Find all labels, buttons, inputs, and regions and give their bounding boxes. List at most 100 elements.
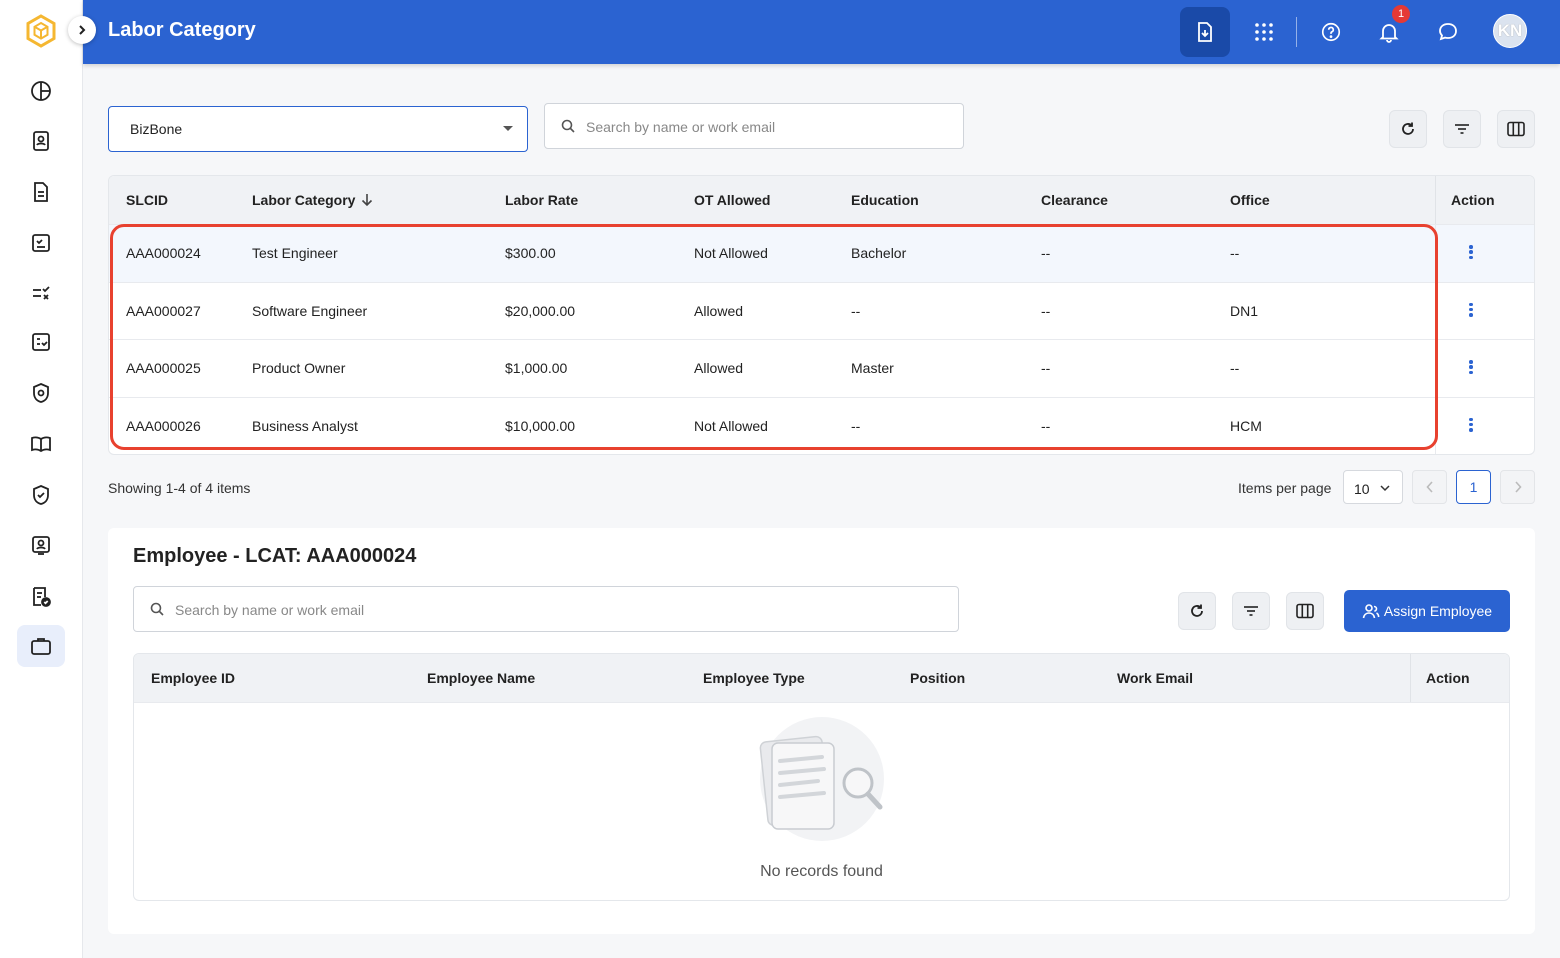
- nav-handbook[interactable]: [17, 423, 65, 465]
- contact-card-icon: [33, 131, 49, 151]
- shield-check-icon: [33, 485, 49, 505]
- export-button[interactable]: [1180, 7, 1230, 57]
- app-logo-icon[interactable]: [24, 14, 58, 48]
- nav-reports[interactable]: [17, 576, 65, 618]
- table-row[interactable]: AAA000027 Software Engineer $20,000.00 A…: [109, 281, 1534, 339]
- search-placeholder: Search by name or work email: [586, 119, 776, 135]
- action-cell: [1435, 397, 1534, 454]
- help-button[interactable]: [1306, 7, 1356, 57]
- action-cell: [1435, 340, 1534, 397]
- columns-button[interactable]: [1497, 110, 1535, 148]
- nav-security[interactable]: [17, 372, 65, 414]
- table-row[interactable]: AAA000025 Product Owner $1,000.00 Allowe…: [109, 339, 1534, 397]
- cell-education: --: [851, 417, 861, 434]
- column-header-education[interactable]: Education: [851, 192, 919, 208]
- column-header-clearance[interactable]: Clearance: [1041, 192, 1108, 208]
- filter-icon: [1244, 606, 1258, 616]
- nav-employees[interactable]: [17, 524, 65, 566]
- next-page-button[interactable]: [1500, 470, 1535, 504]
- refresh-icon: [1191, 604, 1203, 617]
- column-header-employee-id[interactable]: Employee ID: [151, 670, 235, 686]
- column-header-action: Action: [1426, 670, 1470, 686]
- table-row[interactable]: AAA000026 Business Analyst $10,000.00 No…: [109, 396, 1534, 454]
- employee-search-input[interactable]: Search by name or work email: [133, 586, 959, 632]
- nav-documents[interactable]: [17, 171, 65, 213]
- document-icon: [34, 182, 48, 202]
- nav-dashboard[interactable]: [17, 70, 65, 112]
- nav-tasks[interactable]: [17, 272, 65, 314]
- chat-button[interactable]: [1423, 7, 1473, 57]
- cell-office: DN1: [1230, 302, 1259, 319]
- assign-employee-button[interactable]: Assign Employee: [1344, 590, 1510, 632]
- chevron-right-icon: [1514, 481, 1522, 493]
- nav-compliance[interactable]: [17, 474, 65, 516]
- refresh-icon: [1402, 122, 1414, 135]
- column-header-work-email[interactable]: Work Email: [1117, 670, 1193, 686]
- search-icon: [561, 119, 575, 133]
- company-select[interactable]: BizBone: [108, 106, 528, 152]
- employee-badge-icon: [32, 536, 50, 555]
- row-menu-kebab-icon[interactable]: [1466, 415, 1476, 435]
- checklist-icon: [32, 234, 50, 252]
- employee-filter-button[interactable]: [1232, 592, 1270, 630]
- nav-checklist[interactable]: [17, 222, 65, 264]
- column-header-labor-category[interactable]: Labor Category: [252, 192, 373, 208]
- row-menu-kebab-icon[interactable]: [1466, 242, 1476, 262]
- cell-labor-rate: $1,000.00: [505, 360, 568, 376]
- row-menu-kebab-icon[interactable]: [1466, 300, 1476, 320]
- column-header-action: Action: [1451, 192, 1495, 208]
- column-header-employee-type[interactable]: Employee Type: [703, 670, 805, 686]
- nav-approvals[interactable]: [17, 321, 65, 363]
- no-records-illustration-icon: [759, 717, 884, 841]
- cell-ot-allowed: Not Allowed: [694, 245, 768, 261]
- employee-panel-title: Employee - LCAT: AAA000024: [133, 545, 417, 567]
- employee-table: Employee ID Employee Name Employee Type …: [133, 653, 1510, 901]
- column-header-position[interactable]: Position: [910, 670, 965, 686]
- prev-page-button[interactable]: [1412, 470, 1447, 504]
- employee-search-placeholder: Search by name or work email: [175, 602, 365, 618]
- employee-refresh-button[interactable]: [1178, 592, 1216, 630]
- columns-icon: [1296, 603, 1314, 619]
- column-header-employee-name[interactable]: Employee Name: [427, 670, 535, 686]
- column-header-office[interactable]: Office: [1230, 192, 1270, 208]
- nav-contacts[interactable]: [17, 120, 65, 162]
- row-menu-kebab-icon[interactable]: [1466, 357, 1476, 377]
- user-add-icon: [1362, 604, 1380, 619]
- table-row[interactable]: AAA000024 Test Engineer $300.00 Not Allo…: [109, 224, 1534, 282]
- empty-state-text: No records found: [760, 863, 883, 880]
- filter-button[interactable]: [1443, 110, 1481, 148]
- caret-down-icon: [503, 126, 513, 131]
- cell-labor-category: Business Analyst: [252, 417, 358, 434]
- nav-labor-category[interactable]: [17, 625, 65, 667]
- employee-panel: Employee - LCAT: AAA000024 Search by nam…: [108, 528, 1535, 934]
- cell-slcid: AAA000027: [126, 302, 201, 319]
- search-input[interactable]: Search by name or work email: [544, 103, 964, 149]
- notifications-button[interactable]: 1: [1364, 5, 1414, 57]
- top-header: Labor Category 1 KN: [83, 0, 1560, 64]
- employee-columns-button[interactable]: [1286, 592, 1324, 630]
- column-header-labor-rate[interactable]: Labor Rate: [505, 192, 578, 208]
- column-header-ot-allowed[interactable]: OT Allowed: [694, 192, 770, 208]
- sidebar-expand-button[interactable]: [68, 16, 96, 44]
- cell-labor-rate: $10,000.00: [505, 417, 576, 434]
- cell-office: HCM: [1230, 417, 1262, 434]
- cell-slcid: AAA000024: [126, 245, 201, 261]
- cell-slcid: AAA000025: [126, 360, 201, 376]
- file-download-icon: [1198, 22, 1212, 42]
- user-avatar[interactable]: KN: [1493, 14, 1527, 48]
- header-divider: [1296, 17, 1297, 47]
- refresh-button[interactable]: [1389, 110, 1427, 148]
- page-button-current[interactable]: 1: [1456, 470, 1491, 504]
- search-icon: [150, 602, 164, 616]
- apps-button[interactable]: [1239, 7, 1289, 57]
- chevron-right-icon: [79, 25, 86, 35]
- pie-chart-icon: [31, 81, 51, 101]
- table-header: SLCID Labor Category Labor Rate OT Allow…: [109, 176, 1534, 224]
- action-cell: [1435, 282, 1534, 339]
- items-per-page-select[interactable]: 10: [1343, 470, 1403, 504]
- page-title: Labor Category: [108, 19, 256, 41]
- cell-clearance: --: [1041, 417, 1051, 434]
- cell-ot-allowed: Not Allowed: [694, 417, 768, 434]
- cell-office: --: [1230, 245, 1240, 261]
- column-header-slcid[interactable]: SLCID: [126, 192, 168, 208]
